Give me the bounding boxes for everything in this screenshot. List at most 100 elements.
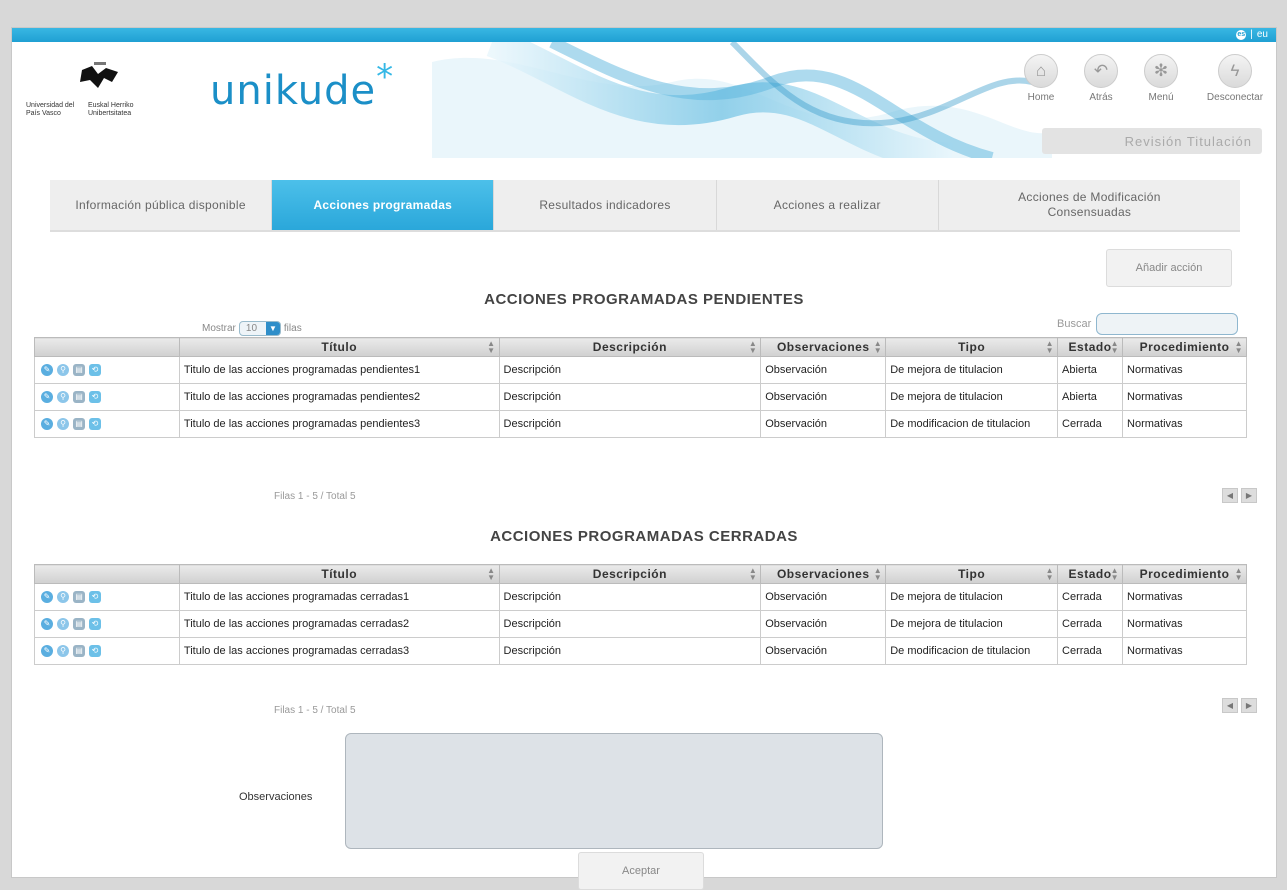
edit-icon[interactable]: ✎: [41, 391, 53, 403]
column-header[interactable]: Descripción ▲ ▼: [498, 337, 762, 357]
column-header[interactable]: Observaciones ▲ ▼: [760, 564, 887, 584]
search-input[interactable]: [1096, 313, 1239, 335]
document-icon[interactable]: ▤: [73, 645, 85, 657]
table-cell: De mejora de titulacion: [885, 383, 1059, 411]
pending-table-info: Filas 1 - 5 / Total 5: [274, 491, 356, 502]
table-cell: De mejora de titulacion: [885, 610, 1059, 638]
app-logo[interactable]: unikude*: [210, 57, 394, 114]
back-icon: ↶: [1084, 54, 1118, 88]
previous-page-button[interactable]: ◀: [1222, 488, 1238, 503]
university-logo[interactable]: Universidad del País Vasco Euskal Herrik…: [26, 52, 186, 122]
sort-icon: ▲ ▼: [1110, 566, 1120, 582]
table-cell: Cerrada: [1057, 410, 1124, 438]
actions-column-header: [34, 337, 180, 357]
tab-acciones-programadas[interactable]: Acciones programadas: [272, 180, 495, 230]
refresh-icon[interactable]: ⟲: [89, 364, 101, 376]
column-header[interactable]: Tipo ▲ ▼: [885, 564, 1059, 584]
tab-acciones-de-modificaci-n-consensuadas[interactable]: Acciones de Modificación Consensuadas: [939, 180, 1240, 230]
table-cell: Descripción: [498, 610, 762, 638]
sort-icon: ▲ ▼: [1234, 339, 1243, 355]
document-icon[interactable]: ▤: [73, 391, 85, 403]
column-header-label: Título: [321, 340, 358, 354]
rows-per-page-select[interactable]: 10 ▼: [238, 321, 281, 336]
next-page-button[interactable]: ▶: [1241, 698, 1257, 713]
table-row[interactable]: ✎ ⚲ ▤ ⟲ Titulo de las acciones programadas c…: [34, 610, 1247, 638]
table-cell: Normativas: [1122, 583, 1247, 611]
nav-back-button[interactable]: ↶ Atrás: [1077, 54, 1125, 103]
table-row[interactable]: ✎ ⚲ ▤ ⟲ Titulo de las acciones programadas c…: [34, 583, 1247, 611]
column-header[interactable]: Tipo ▲ ▼: [885, 337, 1059, 357]
column-header[interactable]: Procedimiento ▲ ▼: [1122, 337, 1247, 357]
column-header-label: Título: [321, 567, 358, 581]
home-icon: ⌂: [1024, 54, 1058, 88]
view-icon[interactable]: ⚲: [57, 591, 69, 603]
table-cell: Titulo de las acciones programadas cerra…: [178, 637, 500, 665]
table-cell: Titulo de las acciones programadas cerra…: [178, 610, 500, 638]
column-header[interactable]: Título ▲ ▼: [178, 337, 500, 357]
table-row[interactable]: ✎ ⚲ ▤ ⟲ Titulo de las acciones programadas p…: [34, 383, 1247, 411]
closed-pagination: ◀ ▶: [1222, 698, 1257, 713]
column-header[interactable]: Descripción ▲ ▼: [498, 564, 762, 584]
nav-label: Home: [1027, 92, 1055, 103]
edit-icon[interactable]: ✎: [41, 645, 53, 657]
document-icon[interactable]: ▤: [73, 418, 85, 430]
top-bar: es | eu: [12, 28, 1276, 42]
refresh-icon[interactable]: ⟲: [89, 391, 101, 403]
view-icon[interactable]: ⚲: [57, 418, 69, 430]
language-es-link[interactable]: es: [1236, 29, 1247, 40]
refresh-icon[interactable]: ⟲: [89, 418, 101, 430]
pending-actions-table: Título ▲ ▼ Descripción ▲ ▼ Observaciones ▲ ▼ Tipo…: [34, 337, 1247, 438]
table-cell: Titulo de las acciones programadas pendi…: [178, 356, 500, 384]
edit-icon[interactable]: ✎: [41, 618, 53, 630]
length-menu-suffix: filas: [283, 323, 302, 334]
language-eu-link[interactable]: eu: [1257, 29, 1268, 40]
table-row[interactable]: ✎ ⚲ ▤ ⟲ Titulo de las acciones programadas c…: [34, 637, 1247, 665]
closed-section-title: ACCIONES PROGRAMADAS CERRADAS: [490, 528, 798, 545]
length-menu: Mostrar 10 ▼ filas: [202, 321, 302, 336]
edit-icon[interactable]: ✎: [41, 364, 53, 376]
menu-icon: ✻: [1144, 54, 1178, 88]
view-icon[interactable]: ⚲: [57, 645, 69, 657]
table-row[interactable]: ✎ ⚲ ▤ ⟲ Titulo de las acciones programadas p…: [34, 356, 1247, 384]
table-cell: Titulo de las acciones programadas pendi…: [178, 410, 500, 438]
column-header[interactable]: Procedimiento ▲ ▼: [1122, 564, 1247, 584]
view-icon[interactable]: ⚲: [57, 364, 69, 376]
view-icon[interactable]: ⚲: [57, 391, 69, 403]
previous-page-button[interactable]: ◀: [1222, 698, 1238, 713]
accept-button[interactable]: Aceptar: [578, 852, 704, 890]
table-cell: Cerrada: [1057, 610, 1124, 638]
edit-icon[interactable]: ✎: [41, 591, 53, 603]
document-icon[interactable]: ▤: [73, 364, 85, 376]
row-actions: ✎ ⚲ ▤ ⟲: [34, 383, 180, 411]
tab-informaci-n-p-blica-disponible[interactable]: Información pública disponible: [50, 180, 273, 230]
sort-icon: ▲ ▼: [1045, 566, 1055, 582]
university-name-es: Universidad del País Vasco: [26, 102, 75, 117]
table-row[interactable]: ✎ ⚲ ▤ ⟲ Titulo de las acciones programadas p…: [34, 410, 1247, 438]
add-action-button[interactable]: Añadir acción: [1106, 249, 1232, 287]
tab-acciones-a-realizar[interactable]: Acciones a realizar: [717, 180, 939, 230]
nav-disconnect-button[interactable]: ϟ Desconectar: [1197, 54, 1273, 103]
column-header-label: Tipo: [958, 567, 986, 581]
table-cell: Observación: [760, 410, 887, 438]
document-icon[interactable]: ▤: [73, 618, 85, 630]
table-cell: Descripción: [498, 410, 762, 438]
column-header[interactable]: Título ▲ ▼: [178, 564, 500, 584]
refresh-icon[interactable]: ⟲: [89, 618, 101, 630]
column-header[interactable]: Observaciones ▲ ▼: [760, 337, 887, 357]
table-cell: Descripción: [498, 383, 762, 411]
refresh-icon[interactable]: ⟲: [89, 645, 101, 657]
table-cell: Normativas: [1122, 383, 1247, 411]
table-cell: Normativas: [1122, 410, 1247, 438]
nav-menu-button[interactable]: ✻ Menú: [1137, 54, 1185, 103]
view-icon[interactable]: ⚲: [57, 618, 69, 630]
next-page-button[interactable]: ▶: [1241, 488, 1257, 503]
document-icon[interactable]: ▤: [73, 591, 85, 603]
edit-icon[interactable]: ✎: [41, 418, 53, 430]
column-header[interactable]: Estado ▲ ▼: [1057, 564, 1124, 584]
tab-resultados-indicadores[interactable]: Resultados indicadores: [494, 180, 717, 230]
nav-home-button[interactable]: ⌂ Home: [1017, 54, 1065, 103]
observaciones-textarea[interactable]: [345, 733, 883, 849]
column-header[interactable]: Estado ▲ ▼: [1057, 337, 1124, 357]
refresh-icon[interactable]: ⟲: [89, 591, 101, 603]
row-actions: ✎ ⚲ ▤ ⟲: [34, 410, 180, 438]
